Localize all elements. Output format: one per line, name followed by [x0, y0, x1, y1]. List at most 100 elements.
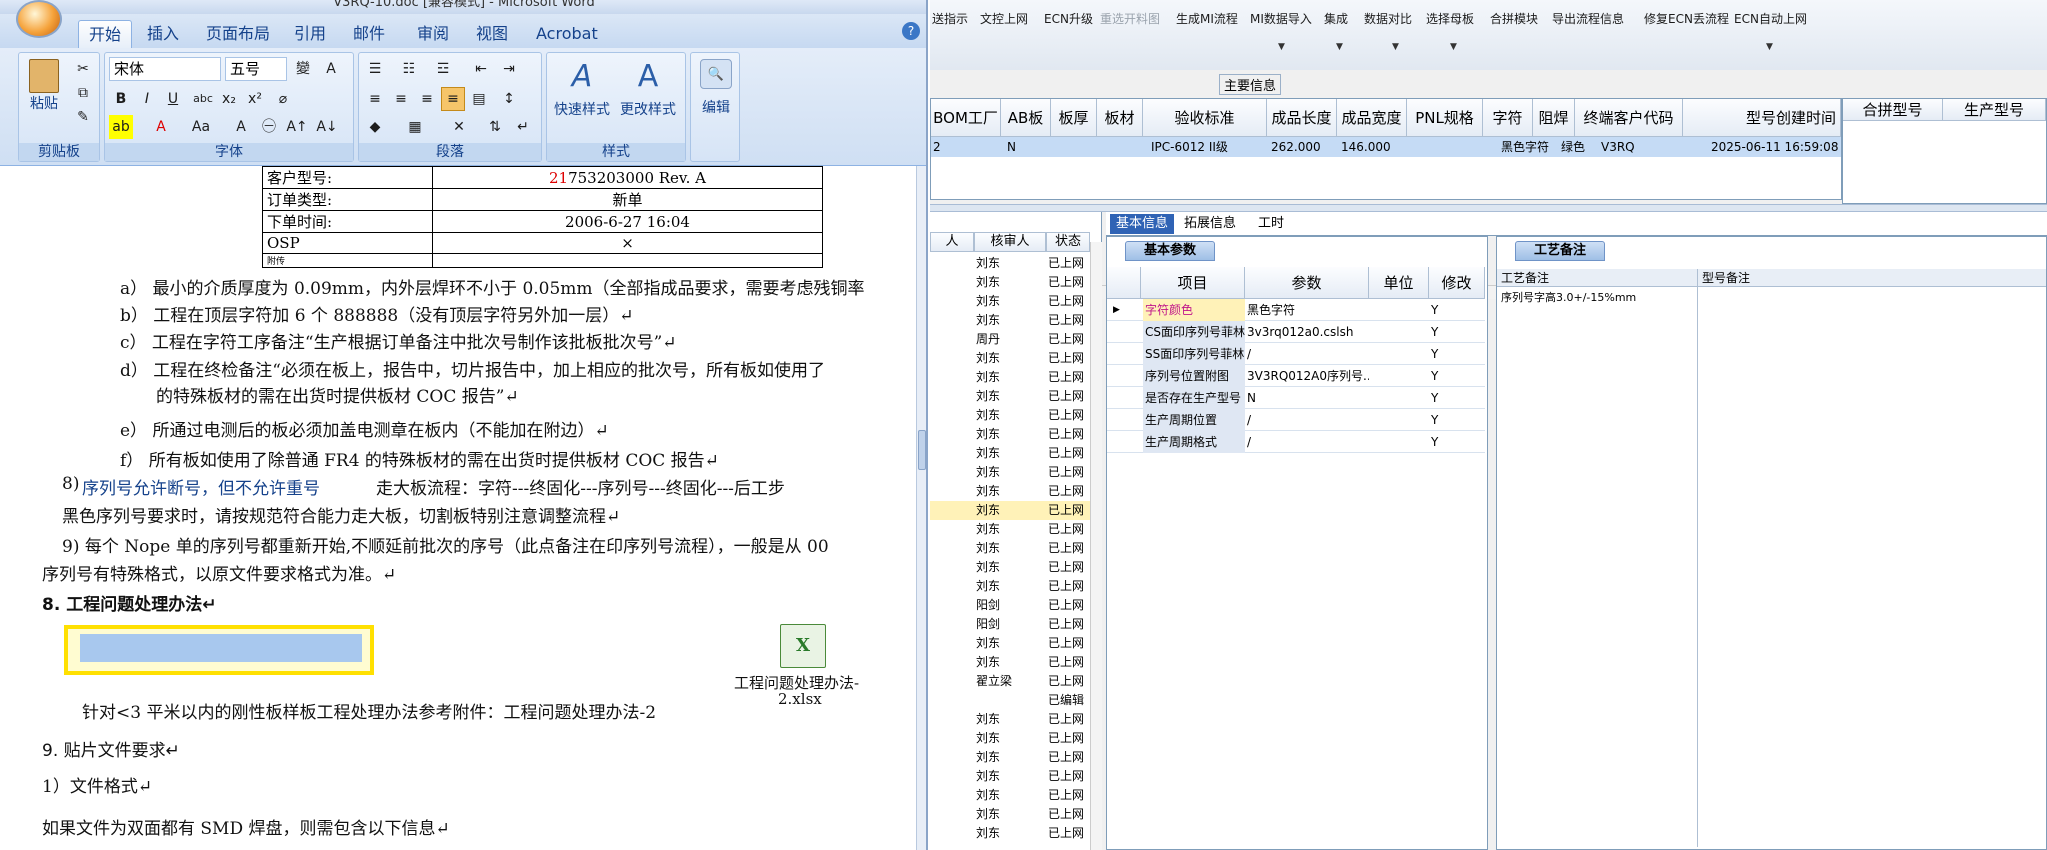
grid-header[interactable]: 板材: [1097, 99, 1143, 137]
table-row[interactable]: 生产周期位置 / Y: [1107, 409, 1485, 431]
list-item[interactable]: 刘东 已上网: [930, 824, 1090, 843]
list-item[interactable]: 刘东 已上网: [930, 425, 1090, 444]
dropdown-caret-icon[interactable]: ▼: [1278, 42, 1285, 52]
distributed-icon[interactable]: ▤: [467, 87, 491, 111]
table-row[interactable]: SS面印序列号菲林 / Y: [1107, 343, 1485, 365]
char-shading-icon[interactable]: A: [229, 115, 253, 139]
list-item[interactable]: 刘东 已上网: [930, 710, 1090, 729]
show-marks-icon[interactable]: ↵: [511, 115, 535, 139]
toolbar-panel-merge[interactable]: 合拼模块: [1490, 10, 1538, 27]
dropdown-caret-icon[interactable]: ▼: [1766, 42, 1773, 52]
document-page[interactable]: 客户型号: 21753203000 Rev. A 订单类型: 新单 下单时间: 200…: [0, 166, 916, 850]
toolbar-ecn-upgrade[interactable]: ECN升级: [1044, 10, 1093, 27]
borders-icon[interactable]: ▦: [403, 115, 427, 139]
font-name-combo[interactable]: 宋体: [109, 57, 221, 81]
toolbar-fix-ecn[interactable]: 修复ECN丢流程: [1644, 10, 1729, 27]
grid-header[interactable]: 终端客户代码: [1575, 99, 1683, 137]
list-item[interactable]: 刘东 已上网: [930, 786, 1090, 805]
toolbar-data-compare[interactable]: 数据对比: [1364, 10, 1412, 27]
toolbar-ecn-auto-online[interactable]: ECN自动上网: [1734, 10, 1807, 27]
char-border-icon[interactable]: A: [319, 57, 343, 81]
office-button[interactable]: [16, 0, 62, 38]
tab-home[interactable]: 开始: [78, 20, 133, 48]
tab-basic-info[interactable]: 基本信息: [1110, 214, 1175, 234]
numbering-icon[interactable]: ☷: [397, 57, 421, 81]
list-item[interactable]: 阳剑 已上网: [930, 615, 1090, 634]
tab-references[interactable]: 引用: [284, 20, 336, 48]
table-row[interactable]: ▶ 字符颜色 黑色字符 Y: [1107, 299, 1485, 321]
italic-icon[interactable]: I: [135, 87, 159, 111]
grid-header[interactable]: BOM工厂: [931, 99, 1001, 137]
list-item[interactable]: 阳剑 已上网: [930, 596, 1090, 615]
list-item[interactable]: 刘东 已上网: [930, 653, 1090, 672]
font-shrink-icon[interactable]: A↓: [315, 115, 339, 139]
grid-header[interactable]: PNL规格: [1407, 99, 1483, 137]
list-item[interactable]: 刘东 已上网: [930, 292, 1090, 311]
bullets-icon[interactable]: ☰: [363, 57, 387, 81]
excel-attachment-icon[interactable]: X: [780, 624, 826, 668]
list-item[interactable]: 已编辑: [930, 691, 1090, 710]
tab-extended-info[interactable]: 拓展信息: [1178, 214, 1242, 234]
align-left-icon[interactable]: ≡: [363, 87, 387, 111]
panel-splitter[interactable]: [930, 204, 2047, 212]
justify-icon[interactable]: ≡: [441, 87, 465, 111]
list-item[interactable]: 刘东 已上网: [930, 539, 1090, 558]
editing-button[interactable]: 🔍 编辑: [693, 59, 739, 117]
list-item[interactable]: 刘东 已上网: [930, 805, 1090, 824]
decrease-indent-icon[interactable]: ⇤: [469, 57, 493, 81]
font-size-combo[interactable]: 五号: [225, 57, 287, 81]
tab-insert[interactable]: 插入: [137, 20, 189, 48]
list-scrollbar[interactable]: [1090, 242, 1102, 850]
format-painter-icon[interactable]: ✎: [71, 105, 95, 129]
quick-styles-button[interactable]: A 快速样式: [551, 59, 613, 119]
param-cell[interactable]: 3v3rq012a0.cslsh: [1247, 321, 1369, 343]
sort-icon[interactable]: ⇅: [483, 115, 507, 139]
superscript-icon[interactable]: x²: [243, 87, 267, 111]
list-item[interactable]: 周丹 已上网: [930, 330, 1090, 349]
grid-header[interactable]: AB板: [1001, 99, 1051, 137]
align-right-icon[interactable]: ≡: [415, 87, 439, 111]
toolbar-generate-mi-flow[interactable]: 生成MI流程: [1176, 10, 1238, 27]
paste-button[interactable]: 粘贴: [25, 59, 63, 113]
grid-header[interactable]: 生产型号: [1943, 99, 2046, 121]
toolbar-doc-online[interactable]: 文控上网: [980, 10, 1028, 27]
param-cell[interactable]: 黑色字符: [1247, 299, 1369, 321]
list-item[interactable]: 刘东 已上网: [930, 520, 1090, 539]
subscript-icon[interactable]: x₂: [217, 87, 241, 111]
change-styles-button[interactable]: A 更改样式: [615, 59, 681, 119]
clear-format-icon[interactable]: ⌀: [271, 87, 295, 111]
enclose-char-icon[interactable]: ㊀: [257, 115, 281, 139]
increase-indent-icon[interactable]: ⇥: [497, 57, 521, 81]
bold-icon[interactable]: B: [109, 87, 133, 111]
param-cell[interactable]: N: [1247, 387, 1369, 409]
list-item[interactable]: 刘东 已上网: [930, 349, 1090, 368]
list-item[interactable]: 刘东 已上网: [930, 501, 1090, 520]
list-item[interactable]: 刘东 已上网: [930, 368, 1090, 387]
font-color-icon[interactable]: A: [149, 115, 173, 139]
dropdown-caret-icon[interactable]: ▼: [1336, 42, 1343, 52]
grid-header[interactable]: 单位: [1369, 267, 1429, 299]
strikethrough-icon[interactable]: abc: [191, 87, 215, 111]
list-item[interactable]: 刘东 已上网: [930, 482, 1090, 501]
toolbar-export-flow[interactable]: 导出流程信息: [1552, 10, 1624, 27]
list-item[interactable]: 刘东 已上网: [930, 254, 1090, 273]
param-cell[interactable]: /: [1247, 431, 1369, 453]
table-row[interactable]: CS面印序列号菲林 3v3rq012a0.cslsh Y: [1107, 321, 1485, 343]
list-item[interactable]: 刘东 已上网: [930, 406, 1090, 425]
tab-review[interactable]: 审阅: [407, 20, 459, 48]
list-item[interactable]: 刘东 已上网: [930, 748, 1090, 767]
help-icon[interactable]: ?: [902, 22, 920, 40]
grid-header[interactable]: 成品宽度: [1337, 99, 1407, 137]
grid-header[interactable]: 型号创建时间: [1683, 99, 1841, 137]
dropdown-caret-icon[interactable]: ▼: [1392, 42, 1399, 52]
align-center-icon[interactable]: ≡: [389, 87, 413, 111]
list-item[interactable]: 刘东 已上网: [930, 729, 1090, 748]
grid-header[interactable]: 阻焊: [1533, 99, 1575, 137]
list-item[interactable]: 刘东 已上网: [930, 387, 1090, 406]
line-spacing-icon[interactable]: ↕: [497, 87, 521, 111]
cut-icon[interactable]: ✂: [71, 57, 95, 81]
tab-acrobat[interactable]: Acrobat: [526, 20, 608, 48]
scrollbar-thumb[interactable]: [918, 430, 926, 470]
selected-text[interactable]: 序列号允许断号，但不允许重号: [82, 474, 320, 499]
grid-header[interactable]: 字符: [1483, 99, 1533, 137]
